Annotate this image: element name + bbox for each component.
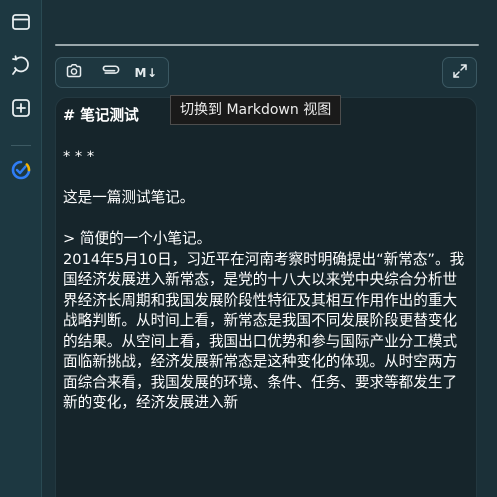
top-divider bbox=[55, 44, 479, 46]
camera-icon bbox=[65, 62, 83, 84]
expand-icon bbox=[451, 62, 469, 84]
paperclip-icon bbox=[100, 62, 120, 84]
markdown-tooltip: 切换到 Markdown 视图 bbox=[170, 95, 342, 125]
editor-line-text: 这是一篇测试笔记。 bbox=[63, 189, 195, 206]
camera-button[interactable] bbox=[56, 58, 92, 87]
sidebar-add-button[interactable] bbox=[8, 97, 34, 123]
editor-line-blank bbox=[63, 209, 468, 230]
markdown-icon: M↓ bbox=[134, 65, 158, 80]
sidebar bbox=[0, 0, 42, 497]
sidebar-chat-button[interactable] bbox=[8, 54, 34, 80]
main-panel: M↓ # 笔记测试 * * * 这是一篇测试笔记。 > 简便的一个小笔记。 20… bbox=[42, 0, 497, 497]
editor-line-blank bbox=[63, 127, 468, 148]
editor-line-paragraph: 2014年5月10日，习近平在河南考察时明确提出“新常态”。我国经济发展进入新常… bbox=[63, 250, 465, 412]
expand-button[interactable] bbox=[442, 57, 477, 88]
sidebar-divider bbox=[11, 145, 31, 146]
note-editor[interactable]: # 笔记测试 * * * 这是一篇测试笔记。 > 简便的一个小笔记。 2014年… bbox=[55, 97, 477, 497]
app-window: M↓ # 笔记测试 * * * 这是一篇测试笔记。 > 简便的一个小笔记。 20… bbox=[0, 0, 497, 497]
check-circle-icon bbox=[10, 159, 32, 185]
plus-square-icon bbox=[11, 98, 31, 122]
editor-toolbar: M↓ bbox=[55, 57, 169, 88]
sidebar-window-button[interactable] bbox=[8, 11, 34, 37]
editor-line-quote: > 简便的一个小笔记。 bbox=[63, 230, 212, 247]
editor-line-blank bbox=[63, 168, 468, 189]
sidebar-task-button[interactable] bbox=[8, 159, 34, 185]
editor-line-hr: * * * bbox=[63, 148, 95, 165]
window-icon bbox=[11, 12, 31, 36]
markdown-view-button[interactable]: M↓ bbox=[128, 58, 164, 87]
attach-button[interactable] bbox=[92, 58, 128, 87]
refresh-chat-icon bbox=[10, 54, 32, 80]
